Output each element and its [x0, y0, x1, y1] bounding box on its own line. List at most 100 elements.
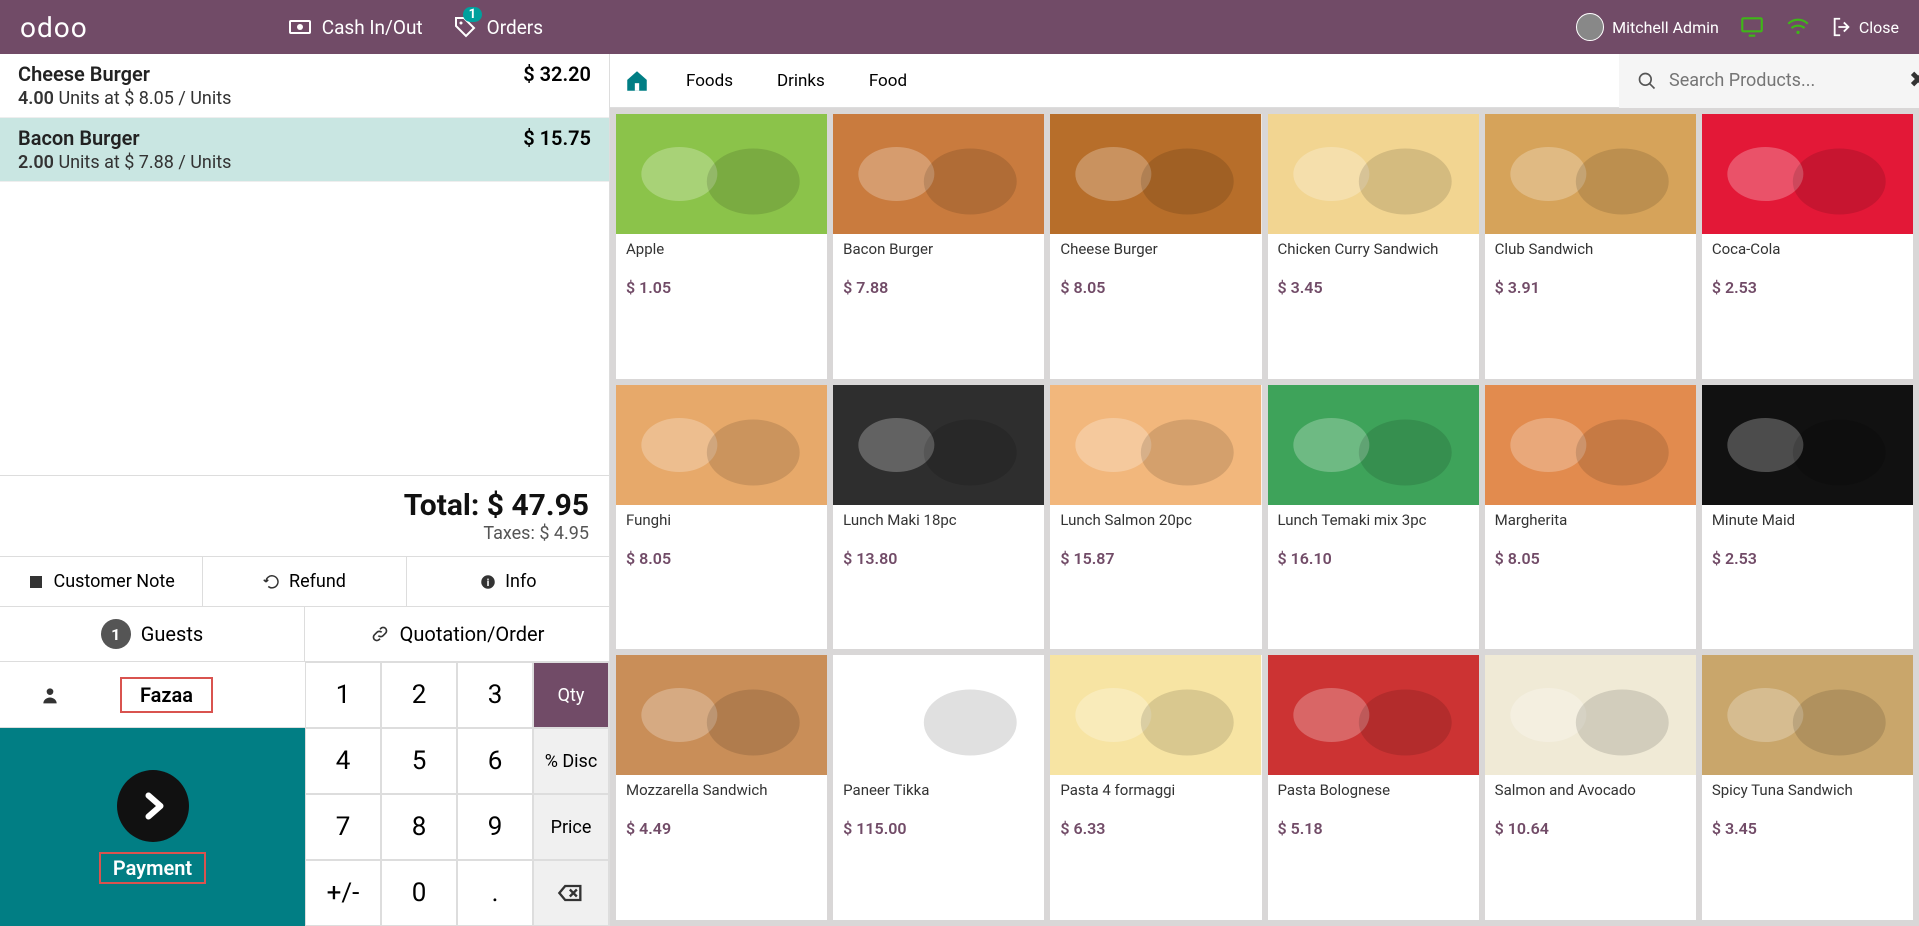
home-icon — [624, 68, 650, 94]
screen-status-icon[interactable] — [1739, 14, 1765, 40]
product-card[interactable]: Cheese Burger $ 8.05 — [1050, 114, 1261, 379]
product-name: Spicy Tuna Sandwich — [1702, 775, 1913, 815]
product-card[interactable]: Pasta 4 formaggi $ 6.33 — [1050, 655, 1261, 920]
actions-row: Customer Note Refund i Info — [0, 557, 609, 607]
category-drinks[interactable]: Drinks — [755, 71, 847, 91]
order-line-detail: 2.00 Units at $ 7.88 / Units — [18, 152, 231, 173]
backspace-icon — [557, 879, 585, 907]
customer-name: Fazaa — [120, 677, 213, 713]
product-card[interactable]: Bacon Burger $ 7.88 — [833, 114, 1044, 379]
product-card[interactable]: Club Sandwich $ 3.91 — [1485, 114, 1696, 379]
close-button[interactable]: Close — [1831, 16, 1899, 38]
product-image — [833, 385, 1044, 505]
product-name: Pasta 4 formaggi — [1050, 775, 1261, 815]
category-foods[interactable]: Foods — [664, 71, 755, 91]
product-image — [616, 114, 827, 234]
svg-text:i: i — [487, 575, 490, 588]
product-card[interactable]: Margherita $ 8.05 — [1485, 385, 1696, 650]
search-icon — [1637, 71, 1657, 91]
order-line[interactable]: Cheese Burger 4.00 Units at $ 8.05 / Uni… — [0, 54, 609, 118]
order-line-name: Bacon Burger — [18, 126, 231, 150]
numpad-dot[interactable]: . — [457, 860, 533, 926]
payment-label: Payment — [99, 852, 206, 884]
topbar-right: Mitchell Admin Close — [1576, 13, 1899, 41]
product-card[interactable]: Apple $ 1.05 — [616, 114, 827, 379]
clear-search-button[interactable]: ✖ — [1909, 68, 1919, 93]
numpad-qty[interactable]: Qty — [533, 662, 609, 728]
product-name: Paneer Tikka — [833, 775, 1044, 815]
product-name: Chicken Curry Sandwich — [1268, 234, 1479, 274]
numpad-5[interactable]: 5 — [381, 728, 457, 794]
product-card[interactable]: Salmon and Avocado $ 10.64 — [1485, 655, 1696, 920]
orders-badge: 1 — [463, 7, 482, 22]
numpad-0[interactable]: 0 — [381, 860, 457, 926]
product-card[interactable]: Lunch Temaki mix 3pc $ 16.10 — [1268, 385, 1479, 650]
product-name: Margherita — [1485, 505, 1696, 545]
product-card[interactable]: Pasta Bolognese $ 5.18 — [1268, 655, 1479, 920]
product-card[interactable]: Spicy Tuna Sandwich $ 3.45 — [1702, 655, 1913, 920]
product-card[interactable]: Lunch Salmon 20pc $ 15.87 — [1050, 385, 1261, 650]
product-card[interactable]: Minute Maid $ 2.53 — [1702, 385, 1913, 650]
product-name: Lunch Salmon 20pc — [1050, 505, 1261, 545]
product-card[interactable]: Funghi $ 8.05 — [616, 385, 827, 650]
product-image — [1485, 655, 1696, 775]
product-image — [1268, 114, 1479, 234]
product-image — [833, 114, 1044, 234]
numpad-plusminus[interactable]: +/- — [305, 860, 381, 926]
numpad-3[interactable]: 3 — [457, 662, 533, 728]
app-logo: odoo — [20, 11, 88, 44]
numpad-2[interactable]: 2 — [381, 662, 457, 728]
category-food[interactable]: Food — [847, 71, 929, 91]
refund-button[interactable]: Refund — [203, 557, 406, 606]
numpad-9[interactable]: 9 — [457, 794, 533, 860]
left-panel: Cheese Burger 4.00 Units at $ 8.05 / Uni… — [0, 54, 610, 926]
product-image — [1485, 114, 1696, 234]
home-button[interactable] — [610, 68, 664, 94]
product-name: Lunch Temaki mix 3pc — [1268, 505, 1479, 545]
product-card[interactable]: Chicken Curry Sandwich $ 3.45 — [1268, 114, 1479, 379]
orders-button[interactable]: 1 Orders — [453, 15, 543, 39]
cash-in-out-button[interactable]: Cash In/Out — [288, 15, 423, 39]
wifi-icon[interactable] — [1785, 14, 1811, 40]
quotation-order-button[interactable]: Quotation/Order — [305, 607, 609, 661]
numpad-1[interactable]: 1 — [305, 662, 381, 728]
user-menu[interactable]: Mitchell Admin — [1576, 13, 1719, 41]
guests-button[interactable]: 1 Guests — [0, 607, 305, 661]
product-image — [1268, 655, 1479, 775]
info-button[interactable]: i Info — [407, 557, 609, 606]
product-name: Apple — [616, 234, 827, 274]
product-grid: Apple $ 1.05 Bacon Burger $ 7.88 Cheese … — [610, 108, 1919, 926]
customer-note-button[interactable]: Customer Note — [0, 557, 203, 606]
cash-icon — [288, 15, 312, 39]
product-name: Minute Maid — [1702, 505, 1913, 545]
product-image — [616, 655, 827, 775]
numpad-7[interactable]: 7 — [305, 794, 381, 860]
product-image — [1702, 114, 1913, 234]
numpad-8[interactable]: 8 — [381, 794, 457, 860]
product-name: Coca-Cola — [1702, 234, 1913, 274]
product-card[interactable]: Coca-Cola $ 2.53 — [1702, 114, 1913, 379]
product-name: Salmon and Avocado — [1485, 775, 1696, 815]
product-image — [1050, 114, 1261, 234]
product-price: $ 1.05 — [616, 274, 827, 307]
numpad-disc[interactable]: % Disc — [533, 728, 609, 794]
product-price: $ 8.05 — [616, 545, 827, 578]
numpad-price[interactable]: Price — [533, 794, 609, 860]
product-price: $ 3.45 — [1702, 815, 1913, 848]
category-bar: Foods Drinks Food ✖ — [610, 54, 1919, 108]
payment-button[interactable]: Payment — [0, 728, 305, 926]
product-card[interactable]: Mozzarella Sandwich $ 4.49 — [616, 655, 827, 920]
product-image — [1485, 385, 1696, 505]
search-input[interactable] — [1669, 70, 1897, 91]
product-card[interactable]: Lunch Maki 18pc $ 13.80 — [833, 385, 1044, 650]
customer-button[interactable]: Fazaa — [0, 662, 305, 728]
numpad-4[interactable]: 4 — [305, 728, 381, 794]
product-card[interactable]: Paneer Tikka $ 115.00 — [833, 655, 1044, 920]
product-price: $ 8.05 — [1485, 545, 1696, 578]
numpad-backspace[interactable] — [533, 860, 609, 926]
cash-in-out-label: Cash In/Out — [322, 16, 423, 39]
person-icon — [40, 685, 60, 705]
product-price: $ 8.05 — [1050, 274, 1261, 307]
numpad-6[interactable]: 6 — [457, 728, 533, 794]
order-line[interactable]: Bacon Burger 2.00 Units at $ 7.88 / Unit… — [0, 118, 609, 182]
